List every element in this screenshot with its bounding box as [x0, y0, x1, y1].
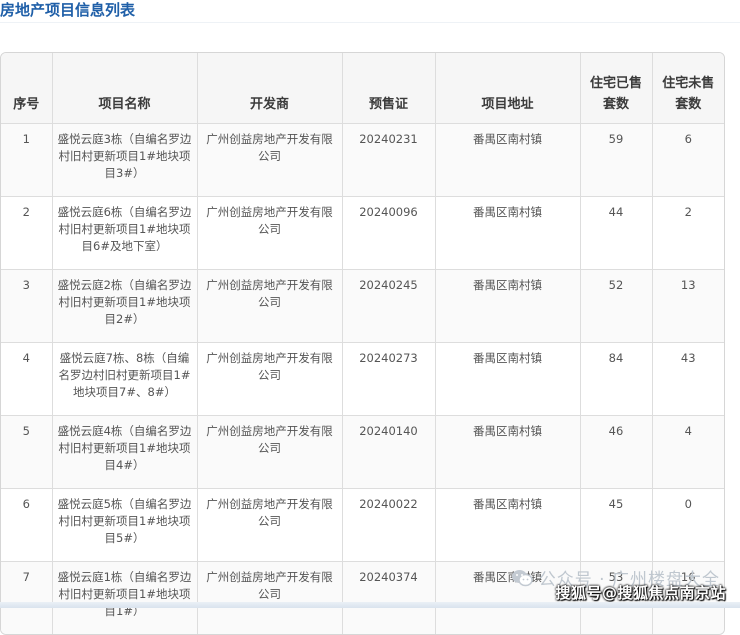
cell-unsold-units: 2: [652, 196, 724, 270]
project-table: 序号 项目名称 开发商 预售证 项目地址 住宅已售套数 住宅未售套数 1 盛悦云庭…: [1, 53, 724, 634]
table-row: 4 盛悦云庭7栋、8栋（自编名罗边村旧村更新项目1#地块项目7#、8#） 广州创益房…: [1, 342, 724, 416]
wechat-icon: [511, 569, 533, 592]
cell-presale-permit: 20240374: [342, 561, 436, 634]
cell-unsold-units: 43: [652, 342, 724, 416]
table-row: 3 盛悦云庭2栋（自编名罗边村旧村更新项目1#地块项目2#） 广州创益房地产开发有限…: [1, 269, 724, 343]
cell-unsold-units: 13: [652, 269, 724, 343]
cell-address: 番禺区南村镇: [435, 123, 581, 197]
project-table-container: 序号 项目名称 开发商 预售证 项目地址 住宅已售套数 住宅未售套数 1 盛悦云庭…: [0, 52, 725, 635]
cell-sold-units: 44: [580, 196, 653, 270]
table-row: 5 盛悦云庭4栋（自编名罗边村旧村更新项目1#地块项目4#） 广州创益房地产开发有限…: [1, 415, 724, 489]
cell-address: 番禺区南村镇: [435, 488, 581, 562]
header-index: 序号: [1, 53, 53, 124]
cell-unsold-units: 4: [652, 415, 724, 489]
cell-index: 2: [1, 196, 53, 270]
cell-index: 6: [1, 488, 53, 562]
cell-index: 4: [1, 342, 53, 416]
cell-sold-units: 52: [580, 269, 653, 343]
table-row: 6 盛悦云庭5栋（自编名罗边村旧村更新项目1#地块项目5#） 广州创益房地产开发有限…: [1, 488, 724, 562]
cell-sold-units: 46: [580, 415, 653, 489]
table-row: 1 盛悦云庭3栋（自编名罗边村旧村更新项目1#地块项目3#） 广州创益房地产开发有限…: [1, 123, 724, 197]
cell-developer: 广州创益房地产开发有限公司: [197, 123, 343, 197]
table-row: 2 盛悦云庭6栋（自编名罗边村旧村更新项目1#地块项目6#及地下室） 广州创益房地产…: [1, 196, 724, 270]
cell-developer: 广州创益房地产开发有限公司: [197, 561, 343, 634]
cell-developer: 广州创益房地产开发有限公司: [197, 269, 343, 343]
cell-project-name: 盛悦云庭1栋（自编名罗边村旧村更新项目1#地块项目1#）: [52, 561, 198, 634]
cell-index: 7: [1, 561, 53, 634]
header-project-name: 项目名称: [52, 53, 198, 124]
cell-project-name: 盛悦云庭5栋（自编名罗边村旧村更新项目1#地块项目5#）: [52, 488, 198, 562]
cell-presale-permit: 20240022: [342, 488, 436, 562]
cell-index: 1: [1, 123, 53, 197]
page-title: 房地产项目信息列表: [0, 1, 136, 19]
cell-project-name: 盛悦云庭3栋（自编名罗边村旧村更新项目1#地块项目3#）: [52, 123, 198, 197]
bottom-strip: [0, 602, 740, 608]
cell-address: 番禺区南村镇: [435, 269, 581, 343]
header-sold-units: 住宅已售套数: [580, 53, 653, 124]
title-divider: [0, 22, 740, 23]
cell-project-name: 盛悦云庭6栋（自编名罗边村旧村更新项目1#地块项目6#及地下室）: [52, 196, 198, 270]
cell-presale-permit: 20240231: [342, 123, 436, 197]
cell-address: 番禺区南村镇: [435, 415, 581, 489]
cell-unsold-units: 0: [652, 488, 724, 562]
cell-unsold-units: 6: [652, 123, 724, 197]
cell-project-name: 盛悦云庭4栋（自编名罗边村旧村更新项目1#地块项目4#）: [52, 415, 198, 489]
cell-address: 番禺区南村镇: [435, 342, 581, 416]
cell-index: 3: [1, 269, 53, 343]
cell-developer: 广州创益房地产开发有限公司: [197, 196, 343, 270]
cell-project-name: 盛悦云庭2栋（自编名罗边村旧村更新项目1#地块项目2#）: [52, 269, 198, 343]
header-address: 项目地址: [435, 53, 581, 124]
cell-project-name: 盛悦云庭7栋、8栋（自编名罗边村旧村更新项目1#地块项目7#、8#）: [52, 342, 198, 416]
cell-developer: 广州创益房地产开发有限公司: [197, 415, 343, 489]
cell-sold-units: 59: [580, 123, 653, 197]
header-presale-permit: 预售证: [342, 53, 436, 124]
header-unsold-units: 住宅未售套数: [652, 53, 724, 124]
cell-address: 番禺区南村镇: [435, 196, 581, 270]
sohu-watermark: 搜狐号@搜狐焦点南京站: [555, 584, 726, 602]
cell-index: 5: [1, 415, 53, 489]
cell-developer: 广州创益房地产开发有限公司: [197, 342, 343, 416]
cell-presale-permit: 20240096: [342, 196, 436, 270]
cell-sold-units: 84: [580, 342, 653, 416]
cell-presale-permit: 20240245: [342, 269, 436, 343]
header-developer: 开发商: [197, 53, 343, 124]
cell-presale-permit: 20240273: [342, 342, 436, 416]
table-header-row: 序号 项目名称 开发商 预售证 项目地址 住宅已售套数 住宅未售套数: [1, 53, 724, 124]
cell-developer: 广州创益房地产开发有限公司: [197, 488, 343, 562]
cell-presale-permit: 20240140: [342, 415, 436, 489]
cell-sold-units: 45: [580, 488, 653, 562]
